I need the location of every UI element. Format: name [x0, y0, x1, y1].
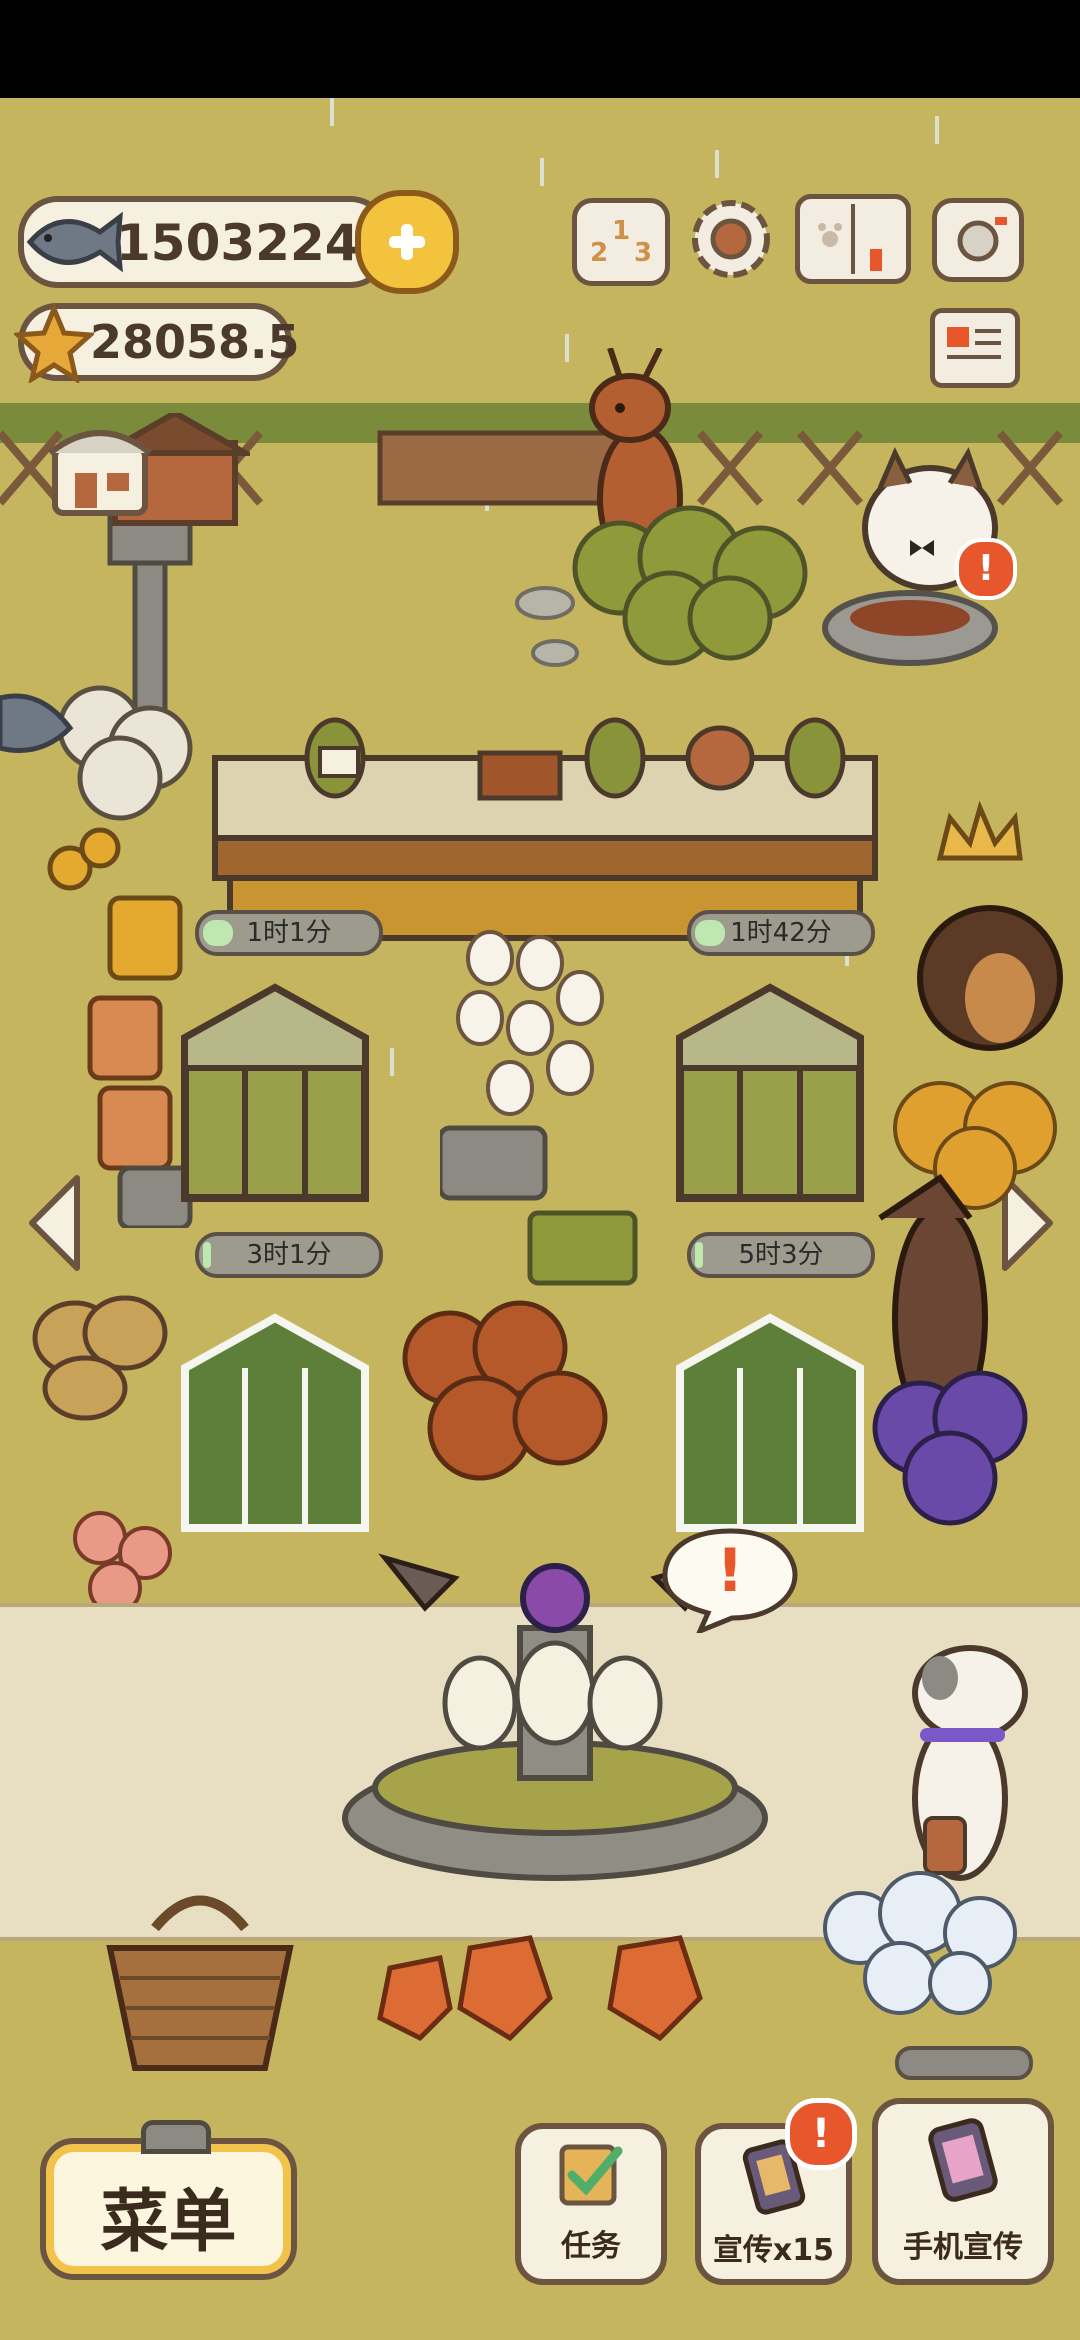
dog-customer[interactable]	[880, 1628, 1050, 1888]
arrow-left-icon[interactable]	[22, 1173, 92, 1273]
settings-button[interactable]	[685, 193, 777, 285]
speech-bubble-exclamation: !	[716, 1536, 744, 1606]
newspaper-button[interactable]	[930, 308, 1020, 388]
rain-drop	[715, 150, 719, 178]
hedgehog-customer[interactable]	[880, 798, 1080, 1218]
ranking-icon: 1 2 3	[590, 216, 652, 268]
progress-bar	[895, 2046, 1033, 2080]
fish-currency-counter: 15032243	[18, 196, 394, 288]
cat-alert-badge[interactable]: !	[955, 538, 1017, 600]
promote-label: 宣传x15	[712, 2233, 835, 2268]
phone-promote-label: 手机宣传	[903, 2230, 1023, 2265]
greenhouse-timer-3: 3时1分	[195, 1232, 383, 1278]
shop-icon[interactable]	[45, 418, 155, 518]
book-icon	[818, 204, 882, 274]
checklist-icon	[559, 2144, 623, 2206]
add-currency-button[interactable]	[355, 190, 459, 294]
menu-label: 菜单	[100, 2183, 237, 2262]
star-icon	[14, 303, 94, 383]
fish-icon	[26, 211, 123, 273]
greenhouse-timer-4: 5时3分	[687, 1232, 875, 1278]
white-flowers	[456, 930, 604, 1116]
star-currency-counter: 28058.5	[14, 303, 300, 383]
greenhouse-4[interactable]	[660, 1308, 880, 1538]
journal-button[interactable]	[795, 194, 911, 284]
camera-icon	[957, 217, 1007, 262]
camera-button[interactable]	[932, 198, 1024, 282]
game-scene[interactable]: ! 1时1分 1时42分 3时1分 5时3分 ! 15032243 28058.…	[0, 98, 1080, 2340]
stepping-stones	[515, 586, 579, 667]
greenhouse-timer-2: 1时42分	[687, 910, 875, 956]
fish-amount: 15032243	[116, 214, 395, 272]
orange-bushes	[402, 1300, 608, 1481]
wolf-customer[interactable]	[860, 1158, 1060, 1538]
svg-text:2: 2	[590, 238, 608, 268]
plus-icon	[389, 224, 425, 260]
grain-sacks	[32, 1295, 168, 1421]
menu-button-handle	[141, 2120, 211, 2154]
greenhouse-2[interactable]	[660, 978, 880, 1208]
star-amount: 28058.5	[90, 315, 300, 369]
greenhouse-1[interactable]	[165, 978, 385, 1208]
white-hydrangea	[823, 1871, 1017, 2015]
gear-icon	[692, 200, 770, 278]
ranking-button[interactable]: 1 2 3	[572, 198, 670, 286]
phone-icon	[928, 2118, 998, 2202]
orange-leaf-flowers	[377, 1935, 703, 2042]
rain-drop	[935, 116, 939, 144]
tasks-label: 任务	[561, 2229, 621, 2264]
newspaper-icon	[947, 327, 1001, 359]
phone-promote-button[interactable]: 手机宣传	[872, 2098, 1054, 2285]
tasks-button[interactable]: 任务	[515, 2123, 667, 2285]
status-bar	[0, 0, 1080, 98]
rain-drop	[330, 98, 334, 126]
greenhouse-timer-1: 1时1分	[195, 910, 383, 956]
moss-block	[527, 1210, 638, 1286]
wicker-basket[interactable]	[95, 1878, 305, 2078]
svg-text:1: 1	[612, 216, 630, 246]
greenhouse-3[interactable]	[165, 1308, 385, 1538]
rain-drop	[540, 158, 544, 186]
menu-button[interactable]: 菜单	[40, 2120, 297, 2280]
rain-drop	[390, 1048, 394, 1076]
promote-alert-badge: !	[785, 2098, 857, 2170]
svg-text:3: 3	[634, 238, 652, 268]
